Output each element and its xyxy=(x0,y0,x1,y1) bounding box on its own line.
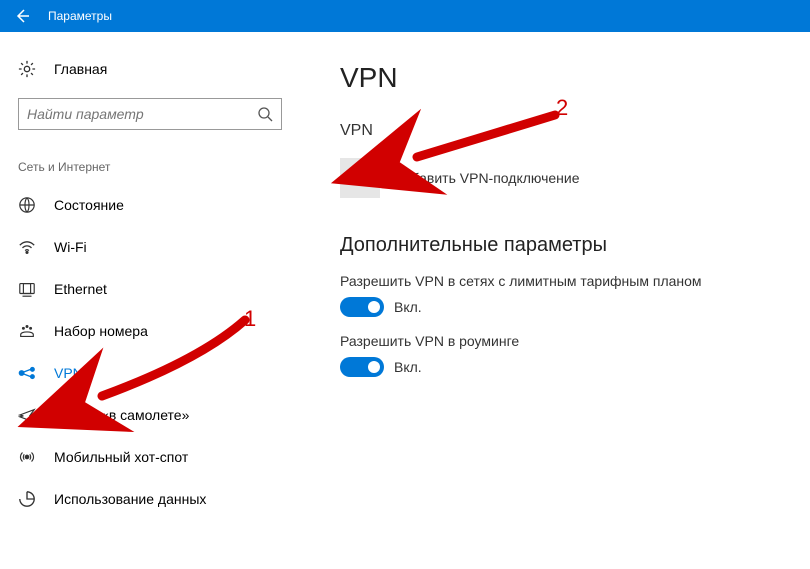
sidebar-group-label: Сеть и Интернет xyxy=(0,130,300,184)
setting-label: Разрешить VPN в сетях с лимитным тарифны… xyxy=(340,273,780,289)
data-usage-icon xyxy=(18,490,36,508)
wifi-icon xyxy=(18,238,36,256)
sidebar-item-label: Ethernet xyxy=(54,281,107,297)
plus-icon xyxy=(340,158,380,198)
back-button[interactable] xyxy=(0,0,44,32)
search-icon xyxy=(257,106,273,122)
window-title: Параметры xyxy=(48,9,112,23)
sidebar-item-label: Мобильный хот-спот xyxy=(54,449,188,465)
sidebar-item-label: VPN xyxy=(54,365,83,381)
annotation-number-2: 2 xyxy=(556,95,568,121)
sidebar-item-status[interactable]: Состояние xyxy=(0,184,300,226)
hotspot-icon xyxy=(18,448,36,466)
sidebar-item-label: Wi-Fi xyxy=(54,239,87,255)
home-label: Главная xyxy=(54,61,107,77)
globe-icon xyxy=(18,196,36,214)
sidebar-item-label: Набор номера xyxy=(54,323,148,339)
page-title: VPN xyxy=(340,62,780,94)
sidebar-item-label: Состояние xyxy=(54,197,124,213)
sidebar-item-hotspot[interactable]: Мобильный хот-спот xyxy=(0,436,300,478)
search-box[interactable] xyxy=(18,98,282,130)
setting-roaming: Разрешить VPN в роуминге Вкл. xyxy=(340,333,780,377)
sidebar-item-wifi[interactable]: Wi-Fi xyxy=(0,226,300,268)
dialup-icon xyxy=(18,322,36,340)
sidebar-item-ethernet[interactable]: Ethernet xyxy=(0,268,300,310)
airplane-icon xyxy=(18,406,36,424)
toggle-metered[interactable] xyxy=(340,297,384,317)
sidebar-item-vpn[interactable]: VPN xyxy=(0,352,300,394)
add-vpn-button[interactable]: Добавить VPN-подключение xyxy=(340,158,780,198)
toggle-state: Вкл. xyxy=(394,299,422,315)
gear-icon xyxy=(18,60,36,78)
toggle-state: Вкл. xyxy=(394,359,422,375)
advanced-section-title: Дополнительные параметры xyxy=(340,234,780,257)
sidebar-item-label: Использование данных xyxy=(54,491,206,507)
sidebar-item-data-usage[interactable]: Использование данных xyxy=(0,478,300,520)
add-vpn-label: Добавить VPN-подключение xyxy=(394,170,580,186)
main-panel: VPN VPN Добавить VPN-подключение Дополни… xyxy=(300,32,810,569)
sidebar: Главная Сеть и Интернет Состояние Wi-Fi xyxy=(0,32,300,569)
toggle-roaming[interactable] xyxy=(340,357,384,377)
arrow-left-icon xyxy=(14,8,30,24)
setting-label: Разрешить VPN в роуминге xyxy=(340,333,780,349)
vpn-icon xyxy=(18,364,36,382)
sidebar-item-airplane[interactable]: Режим «в самолете» xyxy=(0,394,300,436)
home-link[interactable]: Главная xyxy=(0,50,300,88)
setting-metered: Разрешить VPN в сетях с лимитным тарифны… xyxy=(340,273,780,317)
titlebar: Параметры xyxy=(0,0,810,32)
annotation-number-1: 1 xyxy=(244,306,256,332)
search-input[interactable] xyxy=(27,106,257,122)
ethernet-icon xyxy=(18,280,36,298)
sidebar-item-label: Режим «в самолете» xyxy=(54,407,189,423)
vpn-section-header: VPN xyxy=(340,122,780,140)
